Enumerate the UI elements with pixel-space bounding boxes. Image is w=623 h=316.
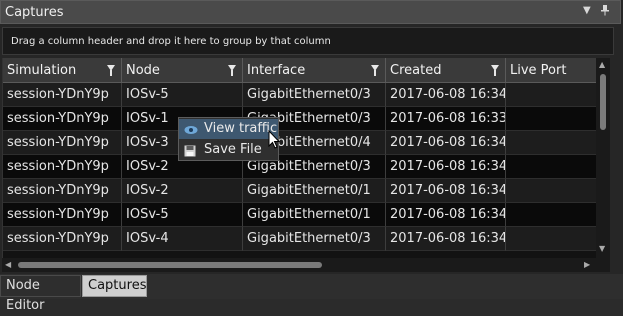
cell-simulation: session-YDnY9p: [3, 227, 122, 251]
scroll-up-icon[interactable]: ▲: [599, 60, 605, 69]
mouse-cursor-icon: [268, 129, 281, 154]
cell-node: IOSv-2: [122, 179, 243, 203]
cell-created: 2017-06-08 16:34: [386, 131, 506, 155]
cell-created: 2017-06-08 16:34: [386, 155, 506, 179]
vertical-scroll-thumb[interactable]: [600, 74, 606, 130]
cell-simulation: session-YDnY9p: [3, 107, 122, 131]
cell-simulation: session-YDnY9p: [3, 131, 122, 155]
horizontal-scrollbar[interactable]: ◀ ▶: [2, 258, 596, 272]
cell-simulation: session-YDnY9p: [3, 155, 122, 179]
captures-panel: Captures ▼ Drag a column header and drop…: [0, 0, 623, 313]
cell-interface: GigabitEthernet0/3: [243, 227, 386, 251]
group-hint-text: Drag a column header and drop it here to…: [11, 36, 331, 47]
column-header-interface[interactable]: Interface: [243, 58, 386, 83]
dropdown-icon[interactable]: ▼: [583, 5, 591, 16]
table-row[interactable]: session-YDnY9p IOSv-1 GigabitEthernet0/3…: [3, 107, 597, 131]
panel-titlebar: Captures ▼: [0, 0, 621, 24]
cell-live-port: [506, 155, 597, 179]
scrollbar-corner: [596, 258, 610, 272]
panel-title: Captures: [5, 5, 64, 20]
table-row[interactable]: session-YDnY9p IOSv-4 GigabitEthernet0/3…: [3, 227, 597, 251]
tab-captures[interactable]: Captures: [82, 275, 147, 297]
table-row[interactable]: session-YDnY9p IOSv-2 GigabitEthernet0/3…: [3, 155, 597, 179]
column-header-live-port[interactable]: Live Port: [506, 58, 597, 83]
cell-live-port: [506, 203, 597, 227]
table-row[interactable]: session-YDnY9p IOSv-5 GigabitEthernet0/3…: [3, 83, 597, 107]
save-icon: [184, 144, 196, 164]
cell-created: 2017-06-08 16:33: [386, 107, 506, 131]
context-menu: View traffic Save File: [178, 117, 279, 161]
column-header-created[interactable]: Created: [386, 58, 506, 83]
cell-live-port: [506, 83, 597, 107]
cell-live-port: [506, 131, 597, 155]
cell-created: 2017-06-08 16:34: [386, 179, 506, 203]
cell-interface: GigabitEthernet0/1: [243, 203, 386, 227]
cell-simulation: session-YDnY9p: [3, 203, 122, 227]
grid-header: Simulation Node Interface Created Live P…: [3, 58, 597, 83]
cell-node: IOSv-4: [122, 227, 243, 251]
cell-simulation: session-YDnY9p: [3, 83, 122, 107]
filter-icon[interactable]: [107, 65, 115, 76]
menu-item-save-file[interactable]: Save File: [179, 140, 278, 160]
scroll-right-icon[interactable]: ▶: [584, 260, 590, 269]
cell-live-port: [506, 107, 597, 131]
pin-icon[interactable]: [601, 5, 609, 19]
cell-created: 2017-06-08 16:34: [386, 83, 506, 107]
scroll-left-icon[interactable]: ◀: [5, 260, 11, 269]
vertical-scrollbar[interactable]: ▲ ▼: [596, 58, 610, 258]
table-row[interactable]: session-YDnY9p IOSv-3 GigabitEthernet0/4…: [3, 131, 597, 155]
cell-live-port: [506, 227, 597, 251]
filter-icon[interactable]: [371, 65, 379, 76]
cell-node: IOSv-5: [122, 203, 243, 227]
horizontal-scroll-thumb[interactable]: [18, 262, 322, 268]
cell-created: 2017-06-08 16:34: [386, 227, 506, 251]
filter-icon[interactable]: [491, 65, 499, 76]
cell-interface: GigabitEthernet0/3: [243, 83, 386, 107]
cell-live-port: [506, 179, 597, 203]
cell-node: IOSv-5: [122, 83, 243, 107]
column-header-node[interactable]: Node: [122, 58, 243, 83]
table-row[interactable]: session-YDnY9p IOSv-5 GigabitEthernet0/1…: [3, 203, 597, 227]
cell-simulation: session-YDnY9p: [3, 179, 122, 203]
tab-node-editor[interactable]: Node Editor: [0, 275, 81, 313]
column-header-simulation[interactable]: Simulation: [3, 58, 122, 83]
cell-interface: GigabitEthernet0/1: [243, 179, 386, 203]
captures-grid: Simulation Node Interface Created Live P…: [2, 58, 597, 258]
bottom-tab-bar: Node Editor Captures: [0, 274, 623, 313]
filter-icon[interactable]: [228, 65, 236, 76]
cell-created: 2017-06-08 16:34: [386, 203, 506, 227]
table-row[interactable]: session-YDnY9p IOSv-2 GigabitEthernet0/1…: [3, 179, 597, 203]
menu-item-view-traffic[interactable]: View traffic: [179, 119, 278, 139]
group-by-drop-area[interactable]: Drag a column header and drop it here to…: [2, 27, 614, 55]
scroll-down-icon[interactable]: ▼: [599, 244, 605, 253]
